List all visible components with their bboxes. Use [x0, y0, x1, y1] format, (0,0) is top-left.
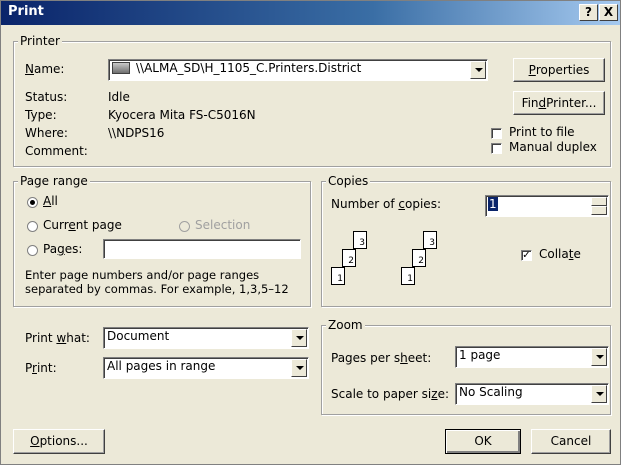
collate-pages-icon-2: 3 2 1: [401, 227, 447, 295]
cancel-button[interactable]: Cancel: [531, 429, 611, 454]
ok-button[interactable]: OK: [445, 429, 521, 454]
print-what-label: Print what:: [25, 331, 90, 345]
print-dialog: Print ? X Printer Name: \\ALMA_SD\H_1105…: [0, 0, 621, 465]
selection-radio[interactable]: [179, 221, 190, 232]
pages-per-sheet-value: 1 page: [459, 348, 501, 362]
print-select[interactable]: All pages in range: [103, 357, 309, 379]
pages-label: Pages:: [43, 242, 83, 256]
printer-name-value: \\ALMA_SD\H_1105_C.Printers.District: [136, 61, 362, 75]
chevron-down-icon[interactable]: [291, 359, 307, 377]
where-value: \\NDPS16: [108, 126, 165, 140]
spin-down-icon[interactable]: [591, 206, 607, 215]
chevron-down-icon[interactable]: [470, 61, 486, 79]
all-radio[interactable]: [27, 197, 38, 208]
current-page-radio[interactable]: [27, 221, 38, 232]
selection-label: Selection: [195, 218, 251, 232]
number-of-copies-value: 1: [488, 197, 498, 211]
collate-checkbox[interactable]: ✓: [521, 250, 532, 261]
print-to-file-checkbox[interactable]: [491, 128, 502, 139]
spin-up-icon[interactable]: [591, 197, 607, 206]
page-range-group-label: Page range: [18, 174, 90, 188]
pages-radio[interactable]: [27, 245, 38, 256]
manual-duplex-label: Manual duplex: [509, 140, 597, 154]
number-of-copies-input[interactable]: 1: [485, 195, 609, 217]
help-button[interactable]: ?: [579, 4, 598, 21]
all-label: All: [43, 194, 58, 208]
pages-input[interactable]: [103, 239, 301, 259]
print-what-select[interactable]: Document: [103, 327, 309, 349]
pages-per-sheet-label: Pages per sheet:: [331, 351, 432, 365]
chevron-down-icon[interactable]: [591, 348, 607, 366]
scale-select[interactable]: No Scaling: [455, 383, 609, 405]
collate-label: Collate: [539, 247, 581, 261]
number-of-copies-label: Number of copies:: [331, 197, 441, 211]
zoom-group-label: Zoom: [326, 318, 365, 332]
print-to-file-label: Print to file: [509, 125, 575, 139]
print-what-value: Document: [107, 329, 170, 343]
find-printer-button[interactable]: Find Printer...: [513, 91, 605, 115]
chevron-down-icon[interactable]: [591, 385, 607, 403]
page-range-help-line-1: Enter page numbers and/or page ranges: [25, 268, 260, 282]
comment-label: Comment:: [25, 144, 88, 158]
type-value: Kyocera Mita FS-C5016N: [108, 108, 256, 122]
options-button[interactable]: Options...: [13, 429, 105, 454]
pages-per-sheet-select[interactable]: 1 page: [455, 346, 609, 368]
printer-name-label: Name:: [25, 62, 65, 76]
type-label: Type:: [25, 108, 57, 122]
window-title: Print: [8, 4, 44, 19]
chevron-down-icon[interactable]: [291, 329, 307, 347]
where-label: Where:: [25, 126, 68, 140]
print-label: Print:: [25, 361, 57, 375]
current-page-label: Current page: [43, 218, 122, 232]
printer-group-label: Printer: [18, 34, 62, 48]
printer-name-select[interactable]: \\ALMA_SD\H_1105_C.Printers.District: [108, 59, 488, 81]
manual-duplex-checkbox[interactable]: [491, 143, 502, 154]
page-range-help-line-2: separated by commas. For example, 1,3,5–…: [25, 282, 289, 296]
status-value: Idle: [108, 90, 130, 104]
collate-pages-icon: 3 2 1: [331, 227, 377, 295]
properties-button[interactable]: Properties: [513, 58, 605, 82]
scale-label: Scale to paper size:: [331, 387, 450, 401]
status-label: Status:: [25, 90, 68, 104]
scale-value: No Scaling: [459, 385, 523, 399]
print-value: All pages in range: [107, 359, 216, 373]
copies-group-label: Copies: [326, 174, 371, 188]
title-bar[interactable]: Print ? X: [1, 1, 620, 25]
close-button[interactable]: X: [599, 4, 618, 21]
network-printer-icon: [112, 62, 130, 74]
